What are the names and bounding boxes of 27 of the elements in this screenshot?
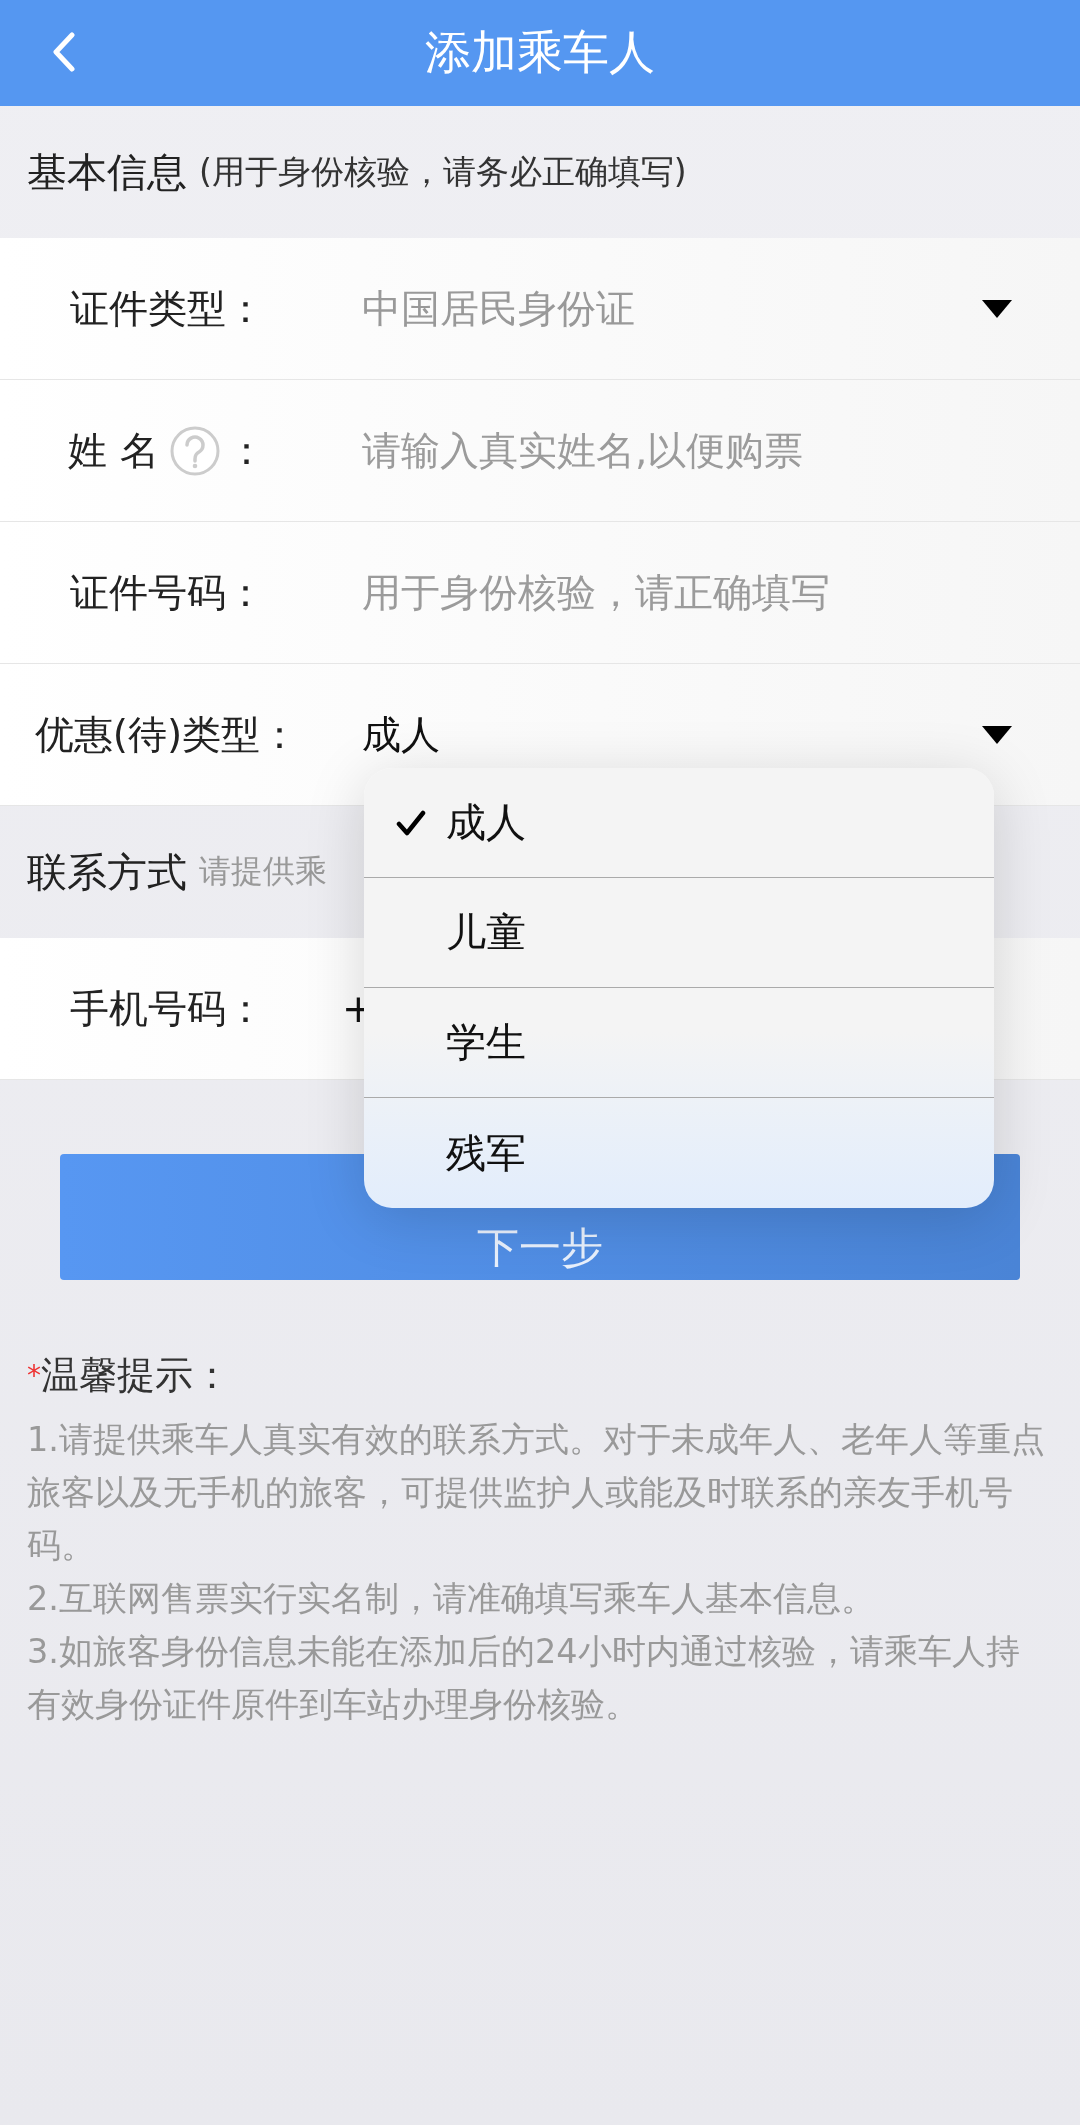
- field-label: 优惠(待)类型：: [34, 710, 300, 759]
- section-title: 基本信息: [27, 147, 187, 197]
- field-label: 姓 名: [68, 426, 159, 475]
- dropdown-icon: [982, 725, 1012, 744]
- back-icon: [52, 32, 76, 72]
- input-field[interactable]: 请输入真实姓名,以便购票: [362, 420, 1080, 481]
- page-title: 添加乘车人: [425, 24, 655, 81]
- field-label: ：: [226, 426, 266, 475]
- tip-text: 3.如旅客身份信息未能在添加后的24小时内通过核验，请乘车人持有效身份证件原件到车站办理身份核验。: [27, 1631, 1021, 1726]
- dropdown-option[interactable]: 成人: [364, 768, 994, 878]
- dropdown-option[interactable]: 学生: [364, 988, 994, 1098]
- required-mark: *: [27, 1359, 41, 1392]
- section-note: (用于身份核验，请务必正确填写): [199, 150, 687, 193]
- form-row[interactable]: 证件号码： 用于身份核验，请正确填写: [0, 522, 1080, 664]
- section-title: 联系方式: [27, 847, 187, 897]
- dropdown-icon: [982, 299, 1012, 318]
- tips-title: 温馨提示：: [41, 1352, 231, 1399]
- field-label: 手机号码：: [69, 984, 265, 1033]
- section-note: 请提供乘: [199, 851, 327, 892]
- form-row[interactable]: 姓 名 ： 请输入真实姓名,以便购票: [0, 380, 1080, 522]
- tip-text: 1.请提供乘车人真实有效的联系方式。对于未成年人、老年人等重点旅客以及无手机的旅客，可提供监护人或能及时联系的亲友手机号码。: [27, 1419, 1046, 1567]
- tip-text: 2.互联网售票实行实名制，请准确填写乘车人基本信息。: [27, 1578, 876, 1620]
- dropdown-option[interactable]: 儿童: [364, 878, 994, 988]
- field-label: 证件类型：: [69, 284, 265, 333]
- input-field[interactable]: 用于身份核验，请正确填写: [362, 562, 1080, 623]
- select-value[interactable]: 成人: [362, 707, 982, 762]
- field-label: 证件号码：: [69, 568, 265, 617]
